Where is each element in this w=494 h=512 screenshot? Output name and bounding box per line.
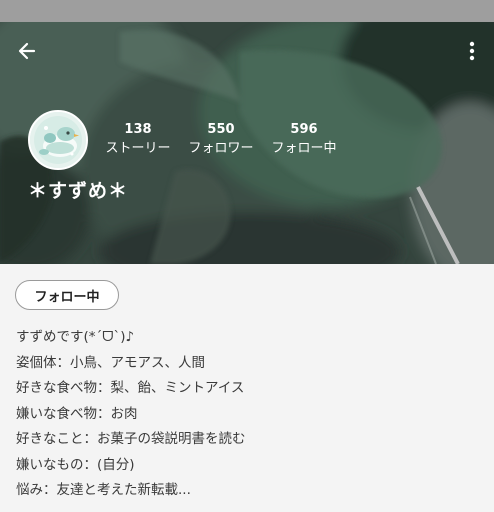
followers-count[interactable]: 550 フォロワー [186, 122, 256, 158]
following-number: 596 [290, 122, 318, 137]
bio-line: 嫌いな食べ物：お肉 [16, 405, 138, 422]
followers-number: 550 [207, 122, 235, 137]
stories-label: ストーリー [105, 141, 171, 156]
bio-line: すずめです(*´ᗜ`)♪ [16, 329, 135, 345]
bio-line: 姿個体：小鳥、アモアス、人間 [16, 354, 205, 371]
arrow-back-icon [18, 42, 36, 60]
following-label: フォロー中 [271, 141, 337, 156]
following-button[interactable]: フォロー中 [15, 280, 119, 310]
avatar[interactable] [28, 110, 88, 170]
more-vert-icon [469, 41, 475, 61]
followers-label: フォロワー [188, 141, 254, 156]
bird-avatar-icon [30, 112, 86, 168]
bio-line: 嫌いなもの：(自分) [16, 456, 135, 473]
back-button[interactable] [12, 36, 42, 66]
status-bar [0, 0, 494, 22]
profile-bio: すずめです(*´ᗜ`)♪ 姿個体：小鳥、アモアス、人間 好きな食べ物：梨、飴、ミ… [16, 325, 476, 504]
following-count[interactable]: 596 フォロー中 [268, 122, 340, 158]
bio-line: 好きなこと：お菓子の袋説明書を読む [16, 431, 246, 447]
bio-line: 好きな食べ物：梨、飴、ミントアイス [16, 380, 245, 396]
more-options-button[interactable] [460, 36, 484, 66]
stories-count[interactable]: 138 ストーリー [103, 122, 173, 158]
profile-screen: 138 ストーリー 550 フォロワー 596 フォロー中 ＊すずめ＊ フォロー… [0, 0, 494, 512]
stories-number: 138 [124, 122, 152, 137]
profile-header: 138 ストーリー 550 フォロワー 596 フォロー中 ＊すずめ＊ [0, 22, 494, 264]
bio-line: 悩み：友達と考えた新転載... [16, 482, 191, 498]
display-name: ＊すずめ＊ [28, 180, 129, 202]
